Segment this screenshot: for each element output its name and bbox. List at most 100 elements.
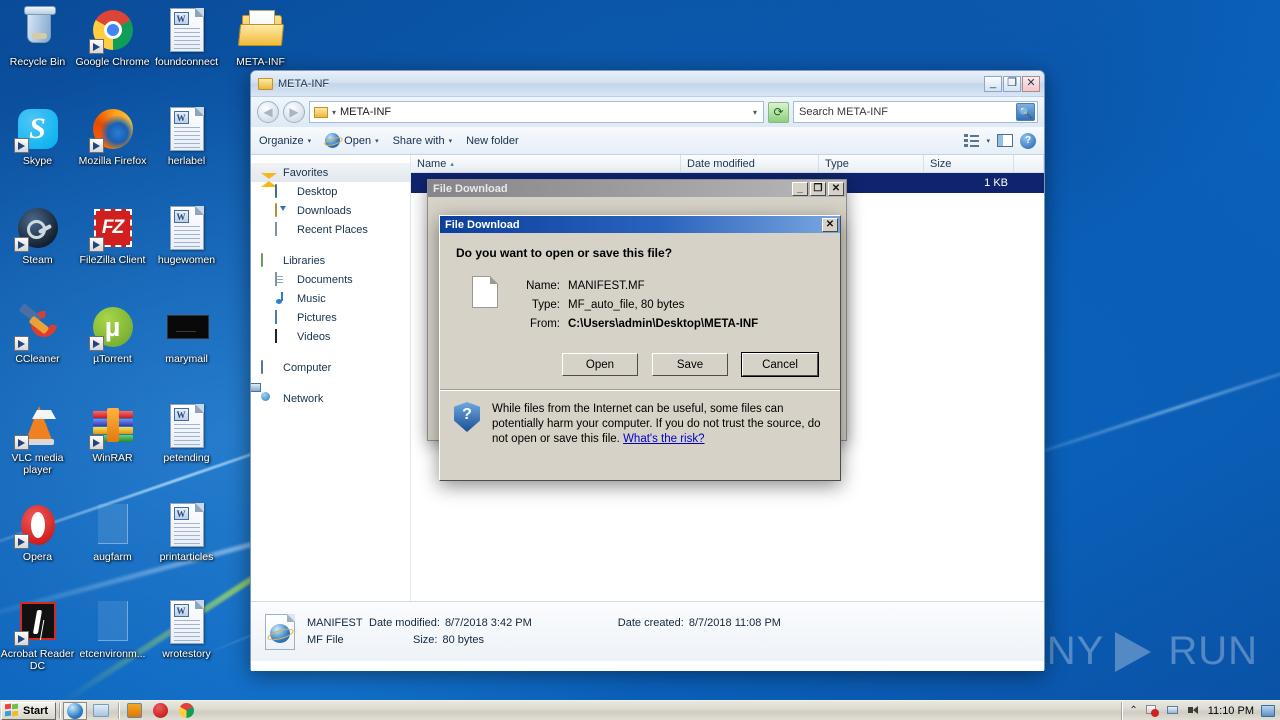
nav-group-network: Network: [251, 389, 410, 408]
desktop-icon-steam[interactable]: Steam: [0, 204, 75, 267]
desktop-icon-mozilla-firefox[interactable]: Mozilla Firefox: [75, 105, 150, 168]
sidebar-item-favorites[interactable]: Favorites: [251, 163, 410, 187]
sidebar-item-music[interactable]: Music: [251, 289, 410, 308]
volume-icon[interactable]: [1187, 704, 1201, 717]
taskbar-item-opera[interactable]: [148, 702, 172, 720]
desktop-icon-acrobat-reader-dc[interactable]: Acrobat Reader DC: [0, 598, 75, 672]
desktop-icon-utorrent[interactable]: µTorrent: [75, 303, 150, 366]
open-button[interactable]: Open ▾: [325, 133, 379, 148]
chevron-down-icon[interactable]: ▾: [986, 137, 990, 145]
close-button[interactable]: ✕: [828, 181, 844, 196]
sidebar-item-network[interactable]: Network: [251, 389, 410, 408]
search-icon[interactable]: 🔍: [1016, 103, 1035, 121]
desktop-icon-google-chrome[interactable]: Google Chrome: [75, 6, 150, 69]
organize-button[interactable]: Organize ▾: [259, 135, 311, 147]
system-tray: ⌃ 11:10 PM: [1121, 701, 1280, 720]
minimize-button[interactable]: _: [792, 181, 808, 196]
desktop-icon-vlc-media-player[interactable]: VLC media player: [0, 402, 75, 476]
search-box[interactable]: Search META-INF 🔍: [793, 101, 1038, 123]
explorer-title-bar[interactable]: META-INF _ ❐ ✕: [251, 71, 1044, 97]
column-header-type[interactable]: Type: [819, 155, 924, 172]
desktop-icon-petending[interactable]: W petending: [149, 402, 224, 465]
desktop-icon-hugewomen[interactable]: W hugewomen: [149, 204, 224, 267]
address-separator: ▾: [332, 107, 337, 117]
refresh-button[interactable]: ⟳: [768, 101, 789, 123]
new-folder-button[interactable]: New folder: [466, 135, 519, 147]
sidebar-item-documents[interactable]: Documents: [251, 270, 410, 289]
desktop-icon-printarticles[interactable]: W printarticles: [149, 501, 224, 564]
maximize-button[interactable]: ❐: [1003, 75, 1021, 92]
sidebar-item-pictures[interactable]: Pictures: [251, 308, 410, 327]
taskbar-item-media-player[interactable]: [122, 702, 146, 720]
taskbar-clock[interactable]: 11:10 PM: [1208, 705, 1254, 717]
details-date-created-value: 8/7/2018 11:08 PM: [688, 616, 781, 629]
recycle-bin-icon: [14, 6, 62, 54]
quicklaunch-separator: [59, 702, 61, 719]
desktop-icon-opera[interactable]: Opera: [0, 501, 75, 564]
sidebar-item-videos[interactable]: Videos: [251, 327, 410, 346]
open-button[interactable]: Open: [562, 353, 638, 376]
desktop-icon-meta-inf[interactable]: META-INF: [223, 6, 298, 69]
address-history-dropdown-icon[interactable]: ▾: [753, 108, 759, 117]
sidebar-item-recent-places[interactable]: Recent Places: [251, 220, 410, 239]
taskbar-item-internet-explorer[interactable]: [63, 701, 88, 720]
column-header-size[interactable]: Size: [924, 155, 1014, 172]
desktop-icon-foundconnect[interactable]: W foundconnect: [149, 6, 224, 69]
cancel-button[interactable]: Cancel: [741, 352, 819, 377]
start-button[interactable]: Start: [1, 701, 57, 720]
acrobat-icon: [13, 598, 62, 646]
taskbar-item-windows-explorer[interactable]: [89, 702, 113, 720]
steam-icon: [13, 204, 62, 252]
back-button[interactable]: ◀: [257, 101, 279, 123]
desktop-icon-label: Google Chrome: [75, 56, 150, 68]
music-icon: [275, 292, 291, 306]
save-button[interactable]: Save: [652, 353, 728, 376]
column-header-date-modified[interactable]: Date modified: [681, 155, 819, 172]
navigation-pane: Favorites Desktop Downloads Recent Place…: [251, 155, 411, 601]
desktop-icon-ccleaner[interactable]: CCleaner: [0, 303, 75, 366]
change-view-icon[interactable]: [964, 134, 980, 147]
desktop-icon-filezilla-client[interactable]: FileZilla Client: [75, 204, 150, 267]
minimize-button[interactable]: _: [984, 75, 1002, 92]
forward-button[interactable]: ▶: [283, 101, 305, 123]
address-path-label[interactable]: META-INF: [340, 106, 391, 118]
desktop-icon-label: VLC media player: [11, 452, 64, 476]
desktop-icon-skype[interactable]: Skype: [0, 105, 75, 168]
network-icon[interactable]: [1166, 704, 1180, 717]
show-hidden-icons-button[interactable]: ⌃: [1129, 705, 1137, 716]
whats-the-risk-link[interactable]: What's the risk?: [623, 433, 704, 445]
help-icon[interactable]: ?: [1020, 132, 1036, 149]
preview-pane-icon[interactable]: [997, 134, 1013, 147]
share-with-button[interactable]: Share with ▾: [393, 135, 453, 147]
taskbar-item-chrome[interactable]: [174, 702, 198, 720]
desktop-icon-winrar[interactable]: WinRAR: [75, 402, 150, 465]
desktop-icon-augfarm[interactable]: augfarm: [75, 501, 150, 564]
column-header-name[interactable]: Name ▴: [411, 155, 681, 172]
desktop-icon-marymail[interactable]: marymail: [149, 303, 224, 366]
sidebar-item-downloads[interactable]: Downloads: [251, 201, 410, 220]
sidebar-item-label: Videos: [297, 330, 331, 343]
desktop-icon-herlabel[interactable]: W herlabel: [149, 105, 224, 168]
address-bar[interactable]: ▾ META-INF ▾: [309, 101, 764, 123]
action-center-flag-icon[interactable]: [1145, 704, 1159, 717]
desktop-icon-etcenvironm[interactable]: etcenvironm...: [75, 598, 150, 661]
maximize-button[interactable]: ❐: [810, 181, 826, 196]
downloads-icon: [275, 202, 291, 218]
show-desktop-button[interactable]: [1261, 704, 1275, 717]
sidebar-item-label: Recent Places: [297, 223, 368, 236]
desktop-icon-wrotestory[interactable]: W wrotestory: [149, 598, 224, 661]
sidebar-item-desktop[interactable]: Desktop: [251, 182, 410, 201]
close-button[interactable]: ✕: [1022, 75, 1040, 92]
desktop-icon-recycle-bin[interactable]: Recycle Bin: [0, 6, 75, 69]
search-input[interactable]: Search META-INF: [799, 106, 888, 118]
question-shield-icon: [454, 402, 480, 432]
close-icon[interactable]: ✕: [822, 217, 838, 232]
field-from: From: C:\Users\admin\Desktop\META-INF: [514, 314, 758, 333]
sidebar-item-libraries[interactable]: Libraries: [251, 251, 410, 270]
desktop-icon: [275, 183, 291, 199]
file-download-dialog[interactable]: File Download ✕ Do you want to open or s…: [439, 215, 841, 481]
file-download-title-bar[interactable]: File Download ✕: [440, 216, 840, 233]
file-download-outer-title-bar[interactable]: File Download _ ❐ ✕: [428, 180, 846, 197]
sidebar-item-computer[interactable]: Computer: [251, 358, 410, 377]
sidebar-item-label: Documents: [297, 273, 353, 286]
